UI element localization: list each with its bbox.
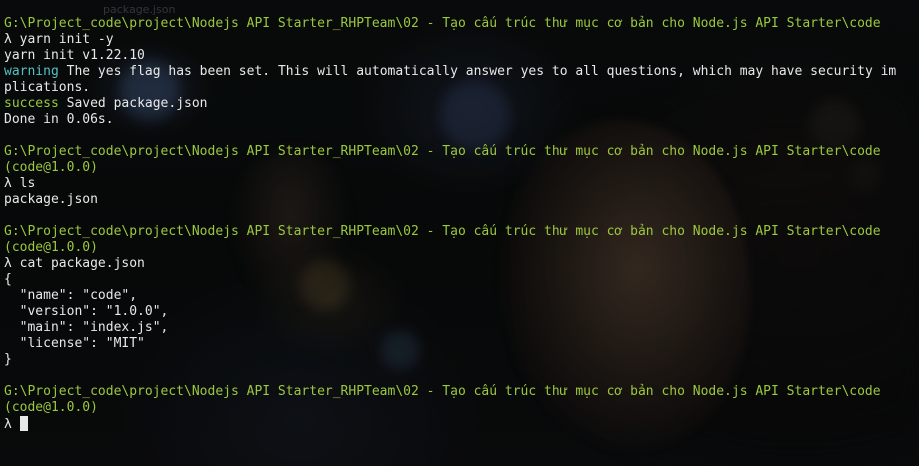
prompt-path: G:\Project_code\project\Nodejs API Start… bbox=[4, 16, 881, 31]
package-tag: (code@1.0.0) bbox=[4, 160, 98, 175]
output-text: yarn init v1.22.10 bbox=[4, 48, 145, 63]
prompt-symbol: λ bbox=[4, 417, 12, 432]
output-line: } bbox=[4, 352, 919, 368]
output-text: Saved package.json bbox=[58, 96, 208, 111]
output-text: The yes flag has been set. This will aut… bbox=[58, 64, 897, 79]
output-line: plications. bbox=[4, 80, 919, 96]
output-line: package.json bbox=[4, 192, 919, 208]
output-text: "name": "code", bbox=[4, 288, 138, 303]
prompt-symbol: λ bbox=[4, 32, 12, 47]
text-cursor[interactable] bbox=[19, 416, 28, 431]
output-text: plications. bbox=[4, 80, 91, 95]
output-text: { bbox=[4, 272, 12, 287]
output-text: Done in 0.06s. bbox=[4, 112, 114, 127]
output-line: Done in 0.06s. bbox=[4, 112, 919, 128]
prompt-path: G:\Project_code\project\Nodejs API Start… bbox=[4, 224, 881, 239]
output-prefix: success bbox=[4, 96, 59, 111]
output-line: "name": "code", bbox=[4, 288, 919, 304]
output-line: warning The yes flag has been set. This … bbox=[4, 64, 919, 80]
output-text: "license": "MIT" bbox=[4, 336, 145, 351]
output-text: "main": "index.js", bbox=[4, 320, 169, 335]
package-tag: (code@1.0.0) bbox=[4, 400, 98, 415]
output-line: { bbox=[4, 272, 919, 288]
command-text[interactable]: ls bbox=[20, 176, 36, 191]
output-prefix: warning bbox=[4, 64, 59, 79]
output-text: package.json bbox=[4, 192, 98, 207]
command-line[interactable]: λ yarn init -y bbox=[4, 32, 919, 48]
command-text[interactable]: cat package.json bbox=[20, 256, 145, 271]
output-text: "version": "1.0.0", bbox=[4, 304, 169, 319]
command-text[interactable]: yarn init -y bbox=[20, 32, 114, 47]
prompt-symbol: λ bbox=[4, 176, 12, 191]
prompt-symbol: λ bbox=[4, 256, 12, 271]
command-line[interactable]: λ bbox=[4, 416, 919, 432]
output-text: } bbox=[4, 352, 12, 367]
command-line[interactable]: λ cat package.json bbox=[4, 256, 919, 272]
output-line: "main": "index.js", bbox=[4, 320, 919, 336]
command-line[interactable]: λ ls bbox=[4, 176, 919, 192]
terminal-output[interactable]: G:\Project_code\project\Nodejs API Start… bbox=[4, 16, 919, 432]
output-line: "license": "MIT" bbox=[4, 336, 919, 352]
faint-tab-label: package.json bbox=[103, 3, 176, 16]
output-line: yarn init v1.22.10 bbox=[4, 48, 919, 64]
output-line: success Saved package.json bbox=[4, 96, 919, 112]
prompt-path: G:\Project_code\project\Nodejs API Start… bbox=[4, 384, 881, 399]
package-tag: (code@1.0.0) bbox=[4, 240, 98, 255]
prompt-path: G:\Project_code\project\Nodejs API Start… bbox=[4, 144, 881, 159]
output-line: "version": "1.0.0", bbox=[4, 304, 919, 320]
